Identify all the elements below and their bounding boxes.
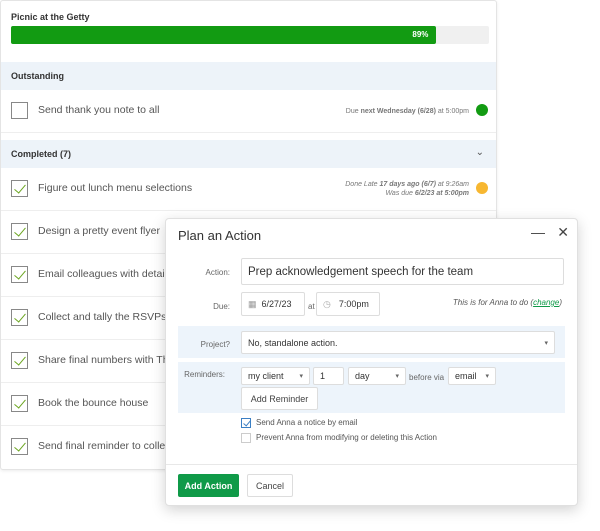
task-text: Send final reminder to colle xyxy=(38,440,166,452)
task-checkbox[interactable] xyxy=(11,438,28,455)
due-date-input[interactable]: ▦ 6/27/23 xyxy=(241,292,305,316)
outstanding-header: Outstanding xyxy=(1,62,496,90)
task-row[interactable]: Figure out lunch menu selections Done La… xyxy=(1,168,496,211)
prevent-checkbox[interactable] xyxy=(241,433,251,443)
task-text: Share final numbers with Th xyxy=(38,354,169,366)
calendar-icon: ▦ xyxy=(248,298,257,309)
reminders-label: Reminders: xyxy=(184,370,225,379)
task-text: Book the bounce house xyxy=(38,397,149,409)
task-text: Design a pretty event flyer xyxy=(38,225,160,237)
task-checkbox[interactable] xyxy=(11,180,28,197)
due-label: Due: xyxy=(213,302,230,311)
status-dot xyxy=(476,182,488,194)
reminder-channel-select[interactable]: email xyxy=(448,367,496,385)
cancel-button[interactable]: Cancel xyxy=(247,474,293,497)
completed-header[interactable]: Completed (7) ⌄ xyxy=(1,140,496,168)
assignee-note: This is for Anna to do (change) xyxy=(452,298,562,307)
task-checkbox[interactable] xyxy=(11,266,28,283)
at-label: at xyxy=(308,302,315,311)
chevron-down-icon[interactable]: ⌄ xyxy=(476,147,484,158)
task-checkbox[interactable] xyxy=(11,395,28,412)
task-checkbox[interactable] xyxy=(11,223,28,240)
progress-label: 89% xyxy=(412,30,429,39)
project-select[interactable]: No, standalone action. xyxy=(241,331,555,354)
outstanding-header-label: Outstanding xyxy=(11,71,64,81)
plan-action-dialog: Plan an Action — ✕ Action: Prep acknowle… xyxy=(165,218,578,506)
project-label: Project? xyxy=(200,340,230,349)
task-text: Send thank you note to all xyxy=(38,104,160,116)
progress-fill: 89% xyxy=(11,26,437,44)
project-title: Picnic at the Getty xyxy=(11,12,90,22)
change-assignee-link[interactable]: change xyxy=(533,298,559,307)
task-text: Collect and tally the RSVPs xyxy=(38,311,167,323)
due-time-input[interactable]: ◷ 7:00pm xyxy=(316,292,380,316)
task-text: Figure out lunch menu selections xyxy=(38,182,193,194)
status-dot xyxy=(476,104,488,116)
task-row[interactable]: Send thank you note to all Due next Wedn… xyxy=(1,90,496,133)
add-action-button[interactable]: Add Action xyxy=(178,474,239,497)
due-info: Due next Wednesday (6/28) at 5:00pm xyxy=(345,108,469,115)
action-input[interactable]: Prep acknowledgement speech for the team xyxy=(241,258,564,285)
before-via-label: before via xyxy=(409,373,445,382)
minimize-icon[interactable]: — xyxy=(531,224,545,240)
dialog-title: Plan an Action xyxy=(178,228,262,243)
task-checkbox[interactable] xyxy=(11,102,28,119)
clock-icon: ◷ xyxy=(323,298,331,309)
progress-bar: 89% xyxy=(11,26,489,44)
task-checkbox[interactable] xyxy=(11,309,28,326)
task-text: Email colleagues with detai xyxy=(38,268,165,280)
close-icon[interactable]: ✕ xyxy=(557,224,569,241)
task-checkbox[interactable] xyxy=(11,352,28,369)
done-info: Done Late 17 days ago (6/7) at 9:26am Wa… xyxy=(345,181,469,197)
prevent-label: Prevent Anna from modifying or deleting … xyxy=(256,433,437,442)
notify-label: Send Anna a notice by email xyxy=(256,418,358,427)
reminder-who-select[interactable]: my client xyxy=(241,367,310,385)
notify-checkbox[interactable] xyxy=(241,418,251,428)
footer-divider xyxy=(166,464,577,465)
reminder-unit-select[interactable]: day xyxy=(348,367,406,385)
add-reminder-button[interactable]: Add Reminder xyxy=(241,387,318,410)
reminder-amount-input[interactable]: 1 xyxy=(313,367,344,385)
completed-header-label: Completed (7) xyxy=(11,149,72,159)
action-label: Action: xyxy=(205,268,230,277)
